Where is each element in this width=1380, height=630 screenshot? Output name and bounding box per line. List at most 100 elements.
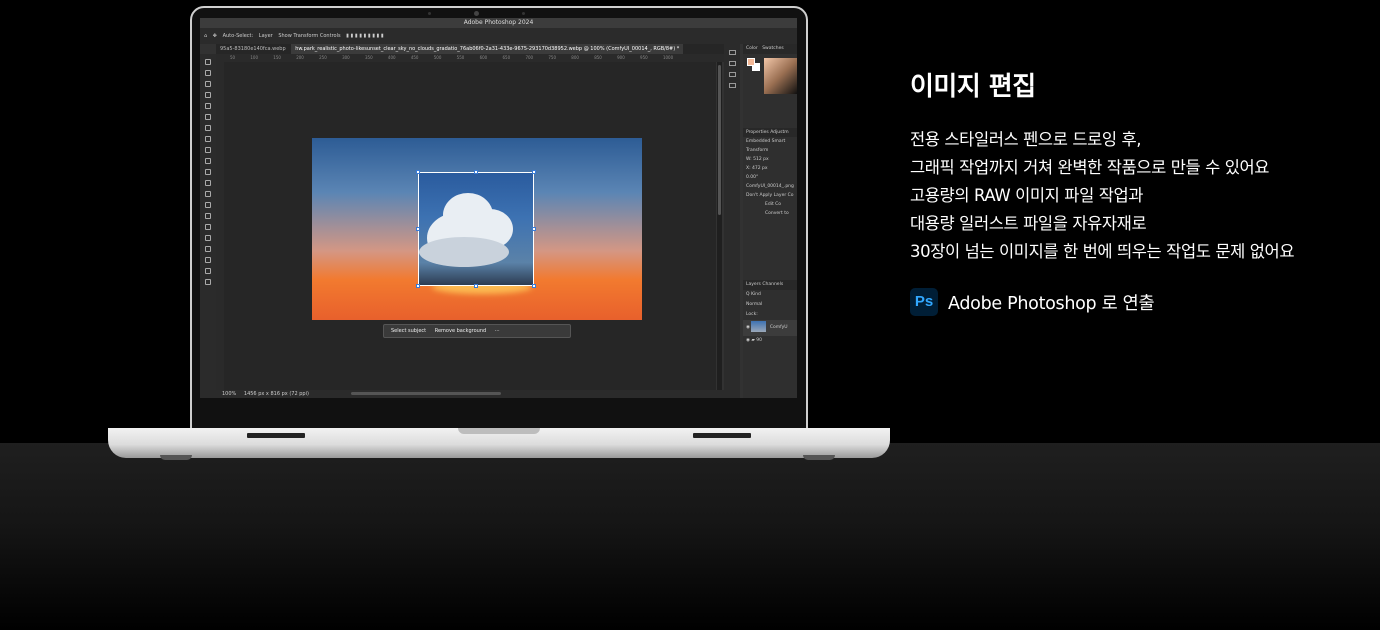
layer-row[interactable]: ◉ ComfyU [743, 320, 797, 336]
brush-settings-icon[interactable] [728, 72, 736, 77]
source-file-label: ComfyUI_00014_.png [746, 184, 794, 189]
crop-tool-icon[interactable] [205, 103, 211, 109]
transform-handle[interactable] [532, 170, 536, 174]
section-heading: 이미지 편집 [910, 72, 1036, 102]
show-transform-checkbox[interactable]: Show Transform Controls [278, 33, 340, 39]
cloud-puff [419, 237, 509, 267]
transform-handle[interactable] [416, 170, 420, 174]
convert-to-button[interactable]: Convert to [743, 209, 797, 218]
app-credit: Ps Adobe Photoshop 로 연출 [910, 288, 1155, 316]
history-brush-icon[interactable] [205, 169, 211, 175]
ruler-tick: 200 [296, 55, 304, 60]
width-field[interactable]: W: 512 px [743, 155, 797, 164]
laptop-foot [803, 455, 835, 460]
ruler-tick: 300 [342, 55, 350, 60]
marquee-tool-icon[interactable] [205, 70, 211, 76]
tab-channels[interactable]: Channels [762, 282, 783, 287]
stamp-tool-icon[interactable] [205, 158, 211, 164]
panel-icon-strip [724, 44, 740, 398]
ruler-tick: 500 [433, 55, 442, 60]
lid-notch [458, 428, 540, 434]
color-panel-tabs: Color Swatches [743, 44, 797, 54]
shape-tool-icon[interactable] [205, 257, 211, 263]
tab-adjustments[interactable]: Adjustm [770, 130, 788, 135]
transform-handle[interactable] [532, 284, 536, 288]
type-tool-icon[interactable] [205, 235, 211, 241]
ruler-tick: 800 [571, 55, 579, 60]
floor-gradient [0, 443, 1380, 630]
description-line: 고용량의 RAW 이미지 파일 작업과 [910, 186, 1144, 205]
sensor-dot [428, 12, 431, 15]
ruler-tick: 400 [387, 55, 396, 60]
group-name[interactable]: 90 [756, 338, 762, 343]
layer-comp-dropdown[interactable]: Don't Apply Layer Co [743, 191, 797, 200]
horizontal-scrollbar[interactable] [350, 392, 501, 395]
x-field[interactable]: X: 472 px [743, 164, 797, 173]
description-line: 전용 스타일러스 펜으로 드로잉 후, [910, 130, 1142, 149]
remove-background-button[interactable]: Remove background [435, 328, 486, 334]
magic-wand-icon[interactable] [205, 92, 211, 98]
frame-tool-icon[interactable] [205, 114, 211, 120]
tab-properties[interactable]: Properties [746, 130, 769, 135]
path-select-icon[interactable] [205, 246, 211, 252]
ruler-tick: 100 [250, 55, 259, 60]
transform-handle[interactable] [416, 284, 420, 288]
scroll-thumb[interactable] [718, 65, 721, 215]
transform-handle[interactable] [474, 170, 478, 174]
more-options-button[interactable]: ··· [495, 328, 500, 334]
cloud-layer-image[interactable] [418, 172, 534, 286]
ruler-tick: 150 [273, 55, 281, 60]
group-row[interactable]: ◉ ▰ 90 [743, 336, 797, 346]
brush-tool-icon[interactable] [205, 147, 211, 153]
layer-dropdown[interactable]: Layer [259, 33, 273, 39]
tab-layers[interactable]: Layers [746, 282, 761, 287]
select-subject-button[interactable]: Select subject [391, 328, 426, 334]
transform-handle[interactable] [474, 284, 478, 288]
layer-name[interactable]: ComfyU [770, 325, 788, 330]
blend-mode-dropdown[interactable]: Normal [743, 300, 797, 310]
transform-handle[interactable] [532, 227, 536, 231]
transform-handle[interactable] [416, 227, 420, 231]
blur-tool-icon[interactable] [205, 202, 211, 208]
align-icons[interactable]: ▮ ▮ ▮ ▮ ▮ ▮ ▮ ▮ ▮ [346, 33, 383, 39]
layer-filter-kind[interactable]: Q Kind [743, 290, 797, 300]
tools-panel [200, 54, 216, 398]
healing-brush-icon[interactable] [205, 136, 211, 142]
foreground-color-swatch[interactable] [747, 58, 755, 66]
pen-tool-icon[interactable] [205, 224, 211, 230]
eye-icon[interactable]: ◉ [746, 338, 750, 343]
edit-contents-button[interactable]: Edit Co [743, 200, 797, 209]
ruler-tick: 350 [364, 55, 373, 60]
move-tool-icon[interactable] [205, 59, 211, 65]
tab-document-1[interactable]: 95a5-83180e140fca.webp [216, 44, 290, 54]
dodge-tool-icon[interactable] [205, 213, 211, 219]
ruler-tick: 850 [594, 55, 602, 60]
webcam [474, 11, 479, 16]
laptop-foot [160, 455, 192, 460]
tab-swatches[interactable]: Swatches [762, 46, 784, 51]
home-icon[interactable]: ⌂ [204, 33, 207, 39]
zoom-level[interactable]: 100% [222, 391, 236, 397]
zoom-tool-icon[interactable] [205, 279, 211, 285]
tab-color[interactable]: Color [746, 46, 758, 51]
ruler-tick: 50 [230, 55, 236, 60]
move-tool-icon[interactable]: ✥ [213, 33, 217, 39]
history-icon[interactable] [728, 50, 736, 55]
laptop-base [108, 428, 890, 458]
lasso-tool-icon[interactable] [205, 81, 211, 87]
eyedropper-icon[interactable] [205, 125, 211, 131]
laptop-screen: Adobe Photoshop 2024 ⌂ ✥ Auto-Select: La… [200, 18, 797, 398]
hand-tool-icon[interactable] [205, 268, 211, 274]
eye-icon[interactable]: ◉ [746, 325, 750, 330]
angle-field[interactable]: 0.00° [743, 173, 797, 182]
tab-document-2[interactable]: hw.park_realistic_photo-likesunset_clear… [291, 44, 684, 54]
description-line: 그래픽 작업까지 거쳐 완벽한 작품으로 만들 수 있어요 [910, 158, 1270, 177]
auto-select-label[interactable]: Auto-Select: [223, 33, 254, 39]
adjustments-icon[interactable] [728, 83, 736, 88]
vertical-scrollbar[interactable] [717, 62, 722, 390]
gradient-tool-icon[interactable] [205, 191, 211, 197]
comments-icon[interactable] [728, 61, 736, 66]
color-picker-field[interactable] [764, 58, 797, 94]
eraser-icon[interactable] [205, 180, 211, 186]
ruler-tick: 600 [479, 55, 488, 60]
